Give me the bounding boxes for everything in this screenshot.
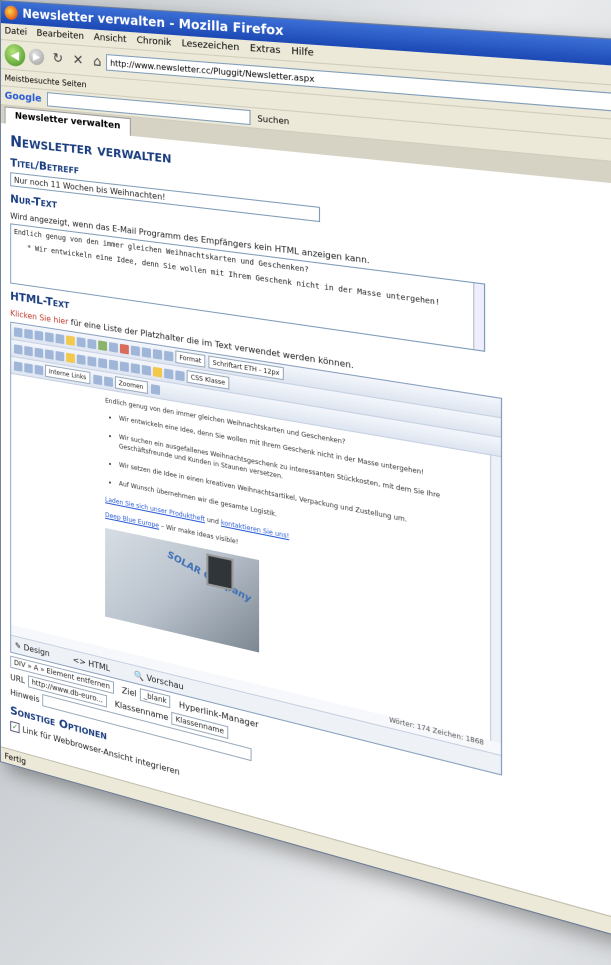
tab-design-label: Design xyxy=(23,642,50,658)
back-button[interactable]: ◀ xyxy=(4,43,26,68)
align-center-icon[interactable] xyxy=(76,353,86,365)
undo-icon[interactable] xyxy=(76,336,86,348)
tab-vorschau-label: Vorschau xyxy=(146,672,184,692)
bullet-list-icon[interactable] xyxy=(141,364,151,376)
browser-window: Newsletter verwalten - Mozilla Firefox D… xyxy=(0,0,611,965)
font-color-icon[interactable] xyxy=(164,367,174,379)
abc-icon[interactable] xyxy=(103,375,113,387)
html-icon[interactable] xyxy=(13,343,23,355)
strikethrough-icon[interactable] xyxy=(55,350,65,362)
numbered-list-icon[interactable] xyxy=(130,362,140,374)
zoom-select[interactable]: Zoomen xyxy=(114,376,148,394)
doc-link-line-1-mid: und xyxy=(204,515,221,527)
redo-icon[interactable] xyxy=(87,338,97,349)
editor-scrollbar[interactable] xyxy=(489,455,501,744)
paste-icon[interactable] xyxy=(66,334,75,346)
align-justify-icon[interactable] xyxy=(98,357,108,369)
page-content: Newsletter verwalten Titel/Betreff Nur n… xyxy=(1,123,611,928)
save-icon[interactable] xyxy=(13,326,23,338)
find-icon[interactable] xyxy=(34,329,44,341)
spellcheck-icon[interactable] xyxy=(93,373,102,385)
url-label: URL xyxy=(10,672,26,685)
align-right-icon[interactable] xyxy=(87,355,97,367)
align-left-icon[interactable] xyxy=(66,352,75,363)
forward-button[interactable]: ▶ xyxy=(28,48,45,66)
perspective-stage: Newsletter verwalten - Mozilla Firefox D… xyxy=(0,0,611,965)
cut-icon[interactable] xyxy=(45,331,54,343)
menu-lesezeichen[interactable]: Lesezeichen xyxy=(182,39,240,54)
image-icon[interactable] xyxy=(98,339,108,351)
editor-margin xyxy=(11,374,97,646)
webbrowser-checkbox[interactable]: ✓ xyxy=(10,720,20,734)
print-icon[interactable] xyxy=(24,328,33,339)
anchor-icon[interactable] xyxy=(152,348,163,360)
stop-icon[interactable]: ✕ xyxy=(73,52,84,68)
tab-html-label: HTML xyxy=(88,658,111,673)
deep-blue-link[interactable]: Deep Blue Europe xyxy=(105,511,159,529)
reload-icon[interactable]: ↻ xyxy=(53,51,63,67)
template-icon[interactable] xyxy=(34,364,44,375)
unlink-icon[interactable] xyxy=(141,346,151,358)
flash-icon[interactable] xyxy=(119,343,129,354)
link-icon[interactable] xyxy=(130,344,140,356)
italic-icon[interactable] xyxy=(34,347,44,358)
bold-icon[interactable] xyxy=(24,345,33,356)
symbol-icon[interactable] xyxy=(164,350,174,362)
menu-bearbeiten[interactable]: Bearbeiten xyxy=(37,29,84,43)
highlight-icon[interactable] xyxy=(175,369,185,381)
module-icon[interactable] xyxy=(24,362,33,374)
google-logo: Google xyxy=(4,89,42,105)
nurtext-scrollbar[interactable] xyxy=(473,283,484,351)
home-icon[interactable]: ⌂ xyxy=(93,54,101,70)
menu-extras[interactable]: Extras xyxy=(250,44,281,57)
menu-ansicht[interactable]: Ansicht xyxy=(94,33,127,46)
status-text: Fertig xyxy=(4,750,26,766)
copy-icon[interactable] xyxy=(55,333,65,344)
table-icon[interactable] xyxy=(109,341,118,353)
ziel-label: Ziel xyxy=(121,685,137,699)
google-search-button[interactable]: Suchen xyxy=(257,113,289,126)
format-select[interactable]: Format xyxy=(175,350,206,368)
menu-hilfe[interactable]: Hilfe xyxy=(291,46,313,58)
firefox-icon xyxy=(4,5,18,21)
underline-icon[interactable] xyxy=(45,348,54,360)
form-icon[interactable] xyxy=(13,360,23,372)
hinweis-label: Hinweis xyxy=(10,687,40,704)
indent-icon[interactable] xyxy=(109,359,118,370)
special-icon[interactable] xyxy=(152,366,163,378)
outdent-icon[interactable] xyxy=(119,360,129,372)
menu-chronik[interactable]: Chronik xyxy=(137,36,172,49)
fullscreen-icon[interactable] xyxy=(150,383,160,395)
menu-datei[interactable]: Datei xyxy=(5,26,27,38)
product-image-device xyxy=(206,553,234,592)
